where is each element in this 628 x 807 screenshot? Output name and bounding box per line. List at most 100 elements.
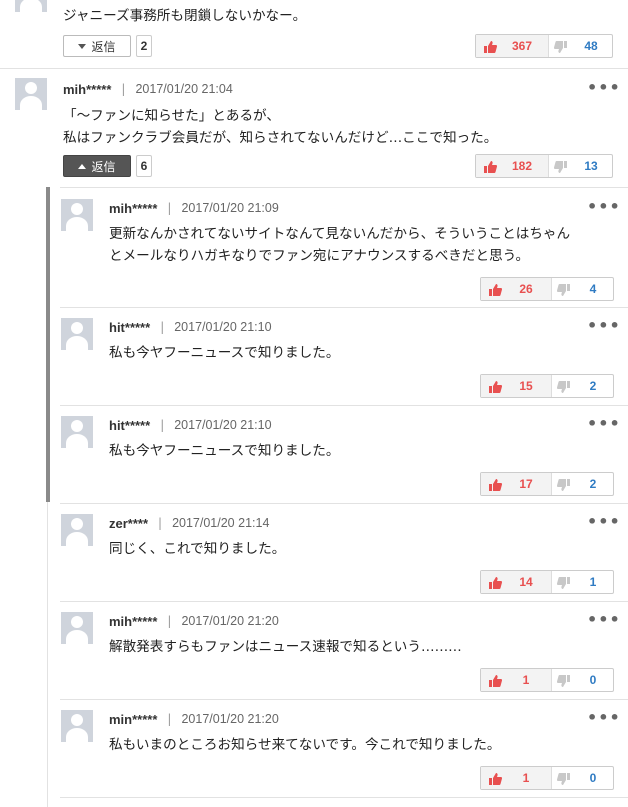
caret-up-icon — [78, 163, 87, 169]
like-count: 17 — [519, 477, 533, 491]
thumbs-down-icon[interactable] — [557, 577, 571, 590]
comment-line: 私も今ヤフーニュースで知りました。 — [109, 345, 340, 361]
dislike-count: 48 — [584, 39, 598, 53]
username[interactable]: mih***** — [63, 82, 111, 97]
avatar[interactable] — [61, 710, 93, 742]
divider — [60, 503, 628, 504]
thumbs-up-icon — [489, 381, 502, 393]
comment-line: 私も今ヤフーニュースで知りました。 — [109, 443, 340, 459]
reply-button[interactable]: 返信 — [63, 155, 131, 177]
thread-line — [47, 502, 48, 807]
comment-text: 私もいまのところお知らせ来てないです。今これで知りました。 — [109, 734, 501, 756]
like-count: 14 — [519, 575, 533, 589]
more-menu-icon[interactable]: ••• — [587, 512, 621, 531]
timestamp: 2017/01/20 21:20 — [181, 712, 279, 726]
dislike-count: 0 — [589, 771, 597, 785]
comment-line: 更新なんかされてないサイトなんて見ないんだから、そういうことはちゃん — [109, 226, 571, 242]
comment-line: 同じく、これで知りました。 — [109, 541, 286, 557]
thumbs-down-icon[interactable] — [557, 773, 571, 786]
dislike-count: 0 — [589, 673, 597, 687]
thumbs-down-icon[interactable] — [557, 284, 571, 297]
thumbs-down-icon[interactable] — [557, 381, 571, 394]
separator: | — [167, 201, 172, 215]
divider — [60, 187, 628, 188]
comment-header: mih***** | 2017/01/20 21:04 — [63, 80, 233, 98]
separator: | — [167, 712, 172, 726]
like-count: 182 — [511, 159, 533, 173]
divider — [60, 307, 628, 308]
like-count: 1 — [522, 673, 530, 687]
avatar[interactable] — [15, 78, 47, 110]
caret-down-icon — [78, 43, 87, 49]
vote-box: 367 48 — [475, 34, 613, 58]
comment-header: mih***** | 2017/01/20 21:09 — [109, 199, 279, 217]
reply-count: 6 — [136, 155, 152, 177]
comment-line: 「～ファンに知らせた」とあるが、 — [63, 108, 280, 124]
dislike-count: 1 — [589, 575, 597, 589]
avatar[interactable] — [61, 199, 93, 231]
like-count: 367 — [511, 39, 533, 53]
reply-label: 返信 — [91, 159, 116, 174]
thumbs-up-icon — [489, 479, 502, 491]
avatar[interactable] — [15, 0, 47, 12]
vote-box: 14 1 — [480, 570, 614, 594]
thumbs-up-icon — [489, 284, 502, 296]
timestamp: 2017/01/20 21:09 — [181, 201, 279, 215]
separator: | — [167, 614, 172, 628]
thumbs-up-icon — [489, 773, 502, 785]
username[interactable]: mih***** — [109, 614, 157, 629]
more-menu-icon[interactable]: ••• — [587, 316, 621, 335]
comment-line: 解散発表すらもファンはニュース速報で知るという……… — [109, 639, 462, 655]
more-menu-icon[interactable]: ••• — [587, 414, 621, 433]
comment-header: hit***** | 2017/01/20 21:10 — [109, 416, 272, 434]
username[interactable]: min***** — [109, 712, 157, 727]
divider — [60, 601, 628, 602]
more-menu-icon[interactable]: ••• — [587, 78, 621, 97]
comment-line: 私もいまのところお知らせ来てないです。今これで知りました。 — [109, 737, 501, 753]
thread-bar — [46, 187, 50, 502]
avatar[interactable] — [61, 416, 93, 448]
vote-box: 17 2 — [480, 472, 614, 496]
comment-text: 同じく、これで知りました。 — [109, 538, 285, 560]
divider — [0, 68, 628, 69]
divider — [60, 797, 628, 798]
thumbs-down-icon[interactable] — [557, 479, 571, 492]
comment-header: hit***** | 2017/01/20 21:10 — [109, 318, 272, 336]
comment-text: 私も今ヤフーニュースで知りました。 — [109, 342, 339, 364]
dislike-count: 13 — [584, 159, 598, 173]
timestamp: 2017/01/20 21:10 — [174, 320, 272, 334]
comment-text: 解散発表すらもファンはニュース速報で知るという……… — [109, 636, 462, 658]
reply-button[interactable]: 返信 — [63, 35, 131, 57]
timestamp: 2017/01/20 21:20 — [181, 614, 279, 628]
reply-label: 返信 — [91, 39, 116, 54]
username[interactable]: zer**** — [109, 516, 148, 531]
dislike-count: 2 — [589, 477, 597, 491]
more-menu-icon[interactable]: ••• — [587, 197, 621, 216]
avatar[interactable] — [61, 612, 93, 644]
dislike-count: 2 — [589, 379, 597, 393]
username[interactable]: hit***** — [109, 418, 150, 433]
comment-text: ジャニーズ事務所も閉鎖しないかなー。 — [63, 8, 307, 24]
thumbs-down-icon[interactable] — [557, 675, 571, 688]
comment-text: 更新なんかされてないサイトなんて見ないんだから、そういうことはちゃん とメールなり… — [109, 223, 570, 267]
username[interactable]: mih***** — [109, 201, 157, 216]
thumbs-down-icon[interactable] — [554, 161, 568, 174]
avatar[interactable] — [61, 514, 93, 546]
thumbs-down-icon[interactable] — [554, 41, 568, 54]
comment-text: 私も今ヤフーニュースで知りました。 — [109, 440, 339, 462]
reply-count: 2 — [136, 35, 152, 57]
comment-header: zer**** | 2017/01/20 21:14 — [109, 514, 269, 532]
thumbs-up-icon — [489, 675, 502, 687]
vote-box: 182 13 — [475, 154, 613, 178]
avatar[interactable] — [61, 318, 93, 350]
thumbs-up-icon — [484, 41, 497, 53]
more-menu-icon[interactable]: ••• — [587, 708, 621, 727]
comment-text: 「～ファンに知らせた」とあるが、 私はファンクラブ会員だが、知らされてないんだけ… — [63, 105, 497, 149]
username[interactable]: hit***** — [109, 320, 150, 335]
divider — [60, 699, 628, 700]
timestamp: 2017/01/20 21:10 — [174, 418, 272, 432]
separator: | — [160, 418, 165, 432]
separator: | — [158, 516, 163, 530]
more-menu-icon[interactable]: ••• — [587, 610, 621, 629]
vote-box: 15 2 — [480, 374, 614, 398]
